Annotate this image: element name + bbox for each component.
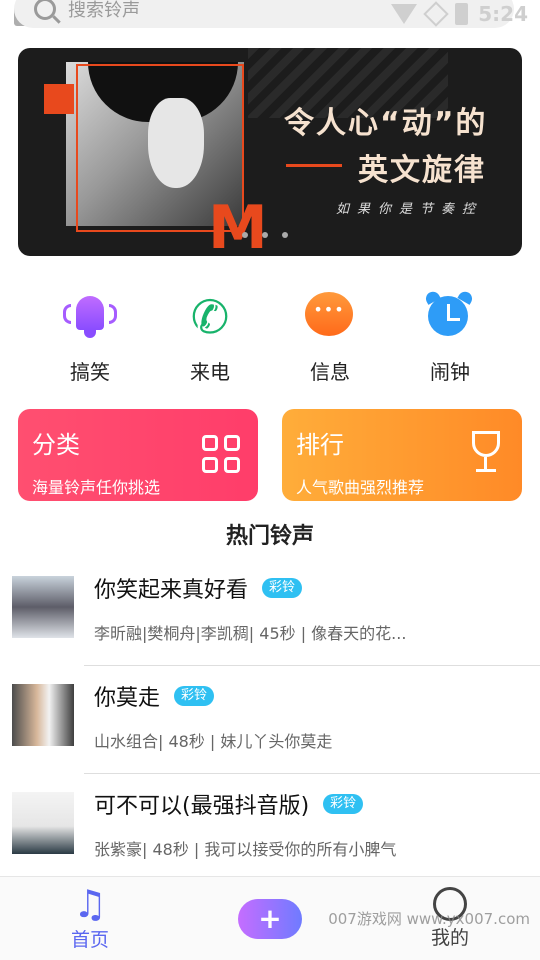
song-item[interactable]: 你笑起来真好看 彩铃 李昕融|樊桐舟|李凯稠| 45秒 | 像春天的花... [0,568,540,676]
divider [84,773,540,774]
nav-home-label: 首页 [70,929,109,951]
song-meta: 张紫豪| 48秒 | 我可以接受你的所有小脾气 [94,840,397,859]
song-title-row: 可不可以(最强抖音版) 彩铃 [94,788,364,820]
ranking-card[interactable]: 排行 人气歌曲强烈推荐 [282,409,522,501]
category-label: 信息 [310,360,350,384]
song-title-row: 你莫走 彩铃 [94,680,215,712]
banner-pager-dots[interactable] [242,232,288,238]
status-time: 5:24 [478,2,528,26]
ringback-tag: 彩铃 [174,686,215,706]
alarm-clock-icon [423,289,477,344]
classify-card[interactable]: 分类 海量铃声任你挑选 [18,409,258,501]
pager-dot[interactable] [262,232,268,238]
category-label: 闹钟 [430,360,470,384]
category-funny[interactable]: 搞笑 [30,290,150,385]
song-title: 你笑起来真好看 [94,578,249,603]
song-title-row: 你笑起来真好看 彩铃 [94,572,303,604]
card-subtitle: 海量铃声任你挑选 [32,478,161,497]
grid-icon [202,435,240,473]
phone-icon: ✆ [190,290,230,344]
banner-title-line1: 令人心“动”的 [284,106,488,141]
pager-dot[interactable] [242,232,248,238]
no-signal-icon [423,1,449,27]
category-message[interactable]: 信息 [270,290,390,385]
song-cover [12,576,74,638]
song-item[interactable]: 你莫走 彩铃 山水组合| 48秒 | 妹儿丫头你莫走 [0,676,540,784]
banner-subtitle: 如果你是节奏控 [336,202,484,217]
category-label: 搞笑 [70,360,110,384]
watermark: 007游戏网 www.yx007.com [328,910,530,928]
message-icon [303,290,357,344]
song-cover [12,792,74,854]
music-note-icon: ♫ [72,882,108,926]
pager-dot[interactable] [282,232,288,238]
song-title: 你莫走 [94,686,161,711]
song-meta: 李昕融|樊桐舟|李凯稠| 45秒 | 像春天的花... [94,624,407,643]
add-button[interactable]: + [238,899,302,939]
battery-icon [455,3,469,25]
search-placeholder: 搜索铃声 [68,0,140,21]
song-cover [12,684,74,746]
bell-icon [63,290,117,344]
banner-dash [286,164,342,167]
wifi-icon [391,4,418,24]
ringback-tag: 彩铃 [262,578,303,598]
song-title: 可不可以(最强抖音版) [94,794,310,819]
category-label: 来电 [190,360,230,384]
status-bar: 搜索铃声 5:24 [0,0,540,30]
status-right-icons: 5:24 [391,1,528,27]
banner-orange-square [44,84,74,114]
ringback-tag: 彩铃 [323,794,364,814]
hot-section-title: 热门铃声 [225,524,314,549]
banner-title-line2: 英文旋律 [358,153,486,188]
category-row: 搞笑 ✆ 来电 信息 闹钟 [30,289,510,385]
nav-home[interactable]: ♫ 首页 [60,883,120,952]
song-meta: 山水组合| 48秒 | 妹儿丫头你莫走 [94,732,333,751]
category-alarm[interactable]: 闹钟 [390,289,510,385]
trophy-icon [468,431,504,477]
card-subtitle: 人气歌曲强烈推荐 [296,478,425,497]
search-icon [34,0,56,20]
promo-banner[interactable]: M 令人心“动”的 英文旋律 如果你是节奏控 [18,48,522,256]
category-incoming-call[interactable]: ✆ 来电 [150,290,270,385]
divider [84,665,540,666]
banner-letter: M [208,193,268,256]
